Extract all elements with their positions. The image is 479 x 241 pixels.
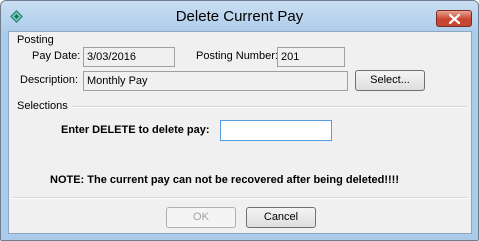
selections-group-label: Selections bbox=[17, 100, 68, 112]
select-button[interactable]: Select... bbox=[355, 70, 425, 91]
selections-group-line bbox=[72, 106, 467, 108]
dialog-window: Delete Current Pay Posting Pay Date: 3/0… bbox=[0, 0, 479, 241]
ok-button[interactable]: OK bbox=[166, 207, 236, 228]
cancel-button[interactable]: Cancel bbox=[246, 207, 316, 228]
posting-number-field[interactable]: 201 bbox=[277, 47, 345, 67]
posting-group-label: Posting bbox=[17, 34, 54, 46]
title-bar[interactable]: Delete Current Pay bbox=[1, 1, 478, 31]
dialog-body: Posting Pay Date: 3/03/2016 Posting Numb… bbox=[8, 31, 472, 234]
description-field[interactable]: Monthly Pay bbox=[83, 71, 348, 91]
close-button[interactable] bbox=[436, 10, 472, 27]
warning-note: NOTE: The current pay can not be recover… bbox=[50, 174, 400, 186]
pay-date-field[interactable]: 3/03/2016 bbox=[83, 47, 175, 67]
delete-confirm-input[interactable] bbox=[220, 120, 332, 141]
posting-number-label: Posting Number: bbox=[196, 50, 278, 62]
window-title: Delete Current Pay bbox=[175, 8, 304, 25]
delete-prompt-label: Enter DELETE to delete pay: bbox=[61, 124, 210, 136]
description-label: Description: bbox=[20, 74, 79, 86]
bottom-separator bbox=[13, 197, 467, 199]
pay-date-label: Pay Date: bbox=[32, 50, 81, 62]
close-icon bbox=[449, 14, 460, 24]
